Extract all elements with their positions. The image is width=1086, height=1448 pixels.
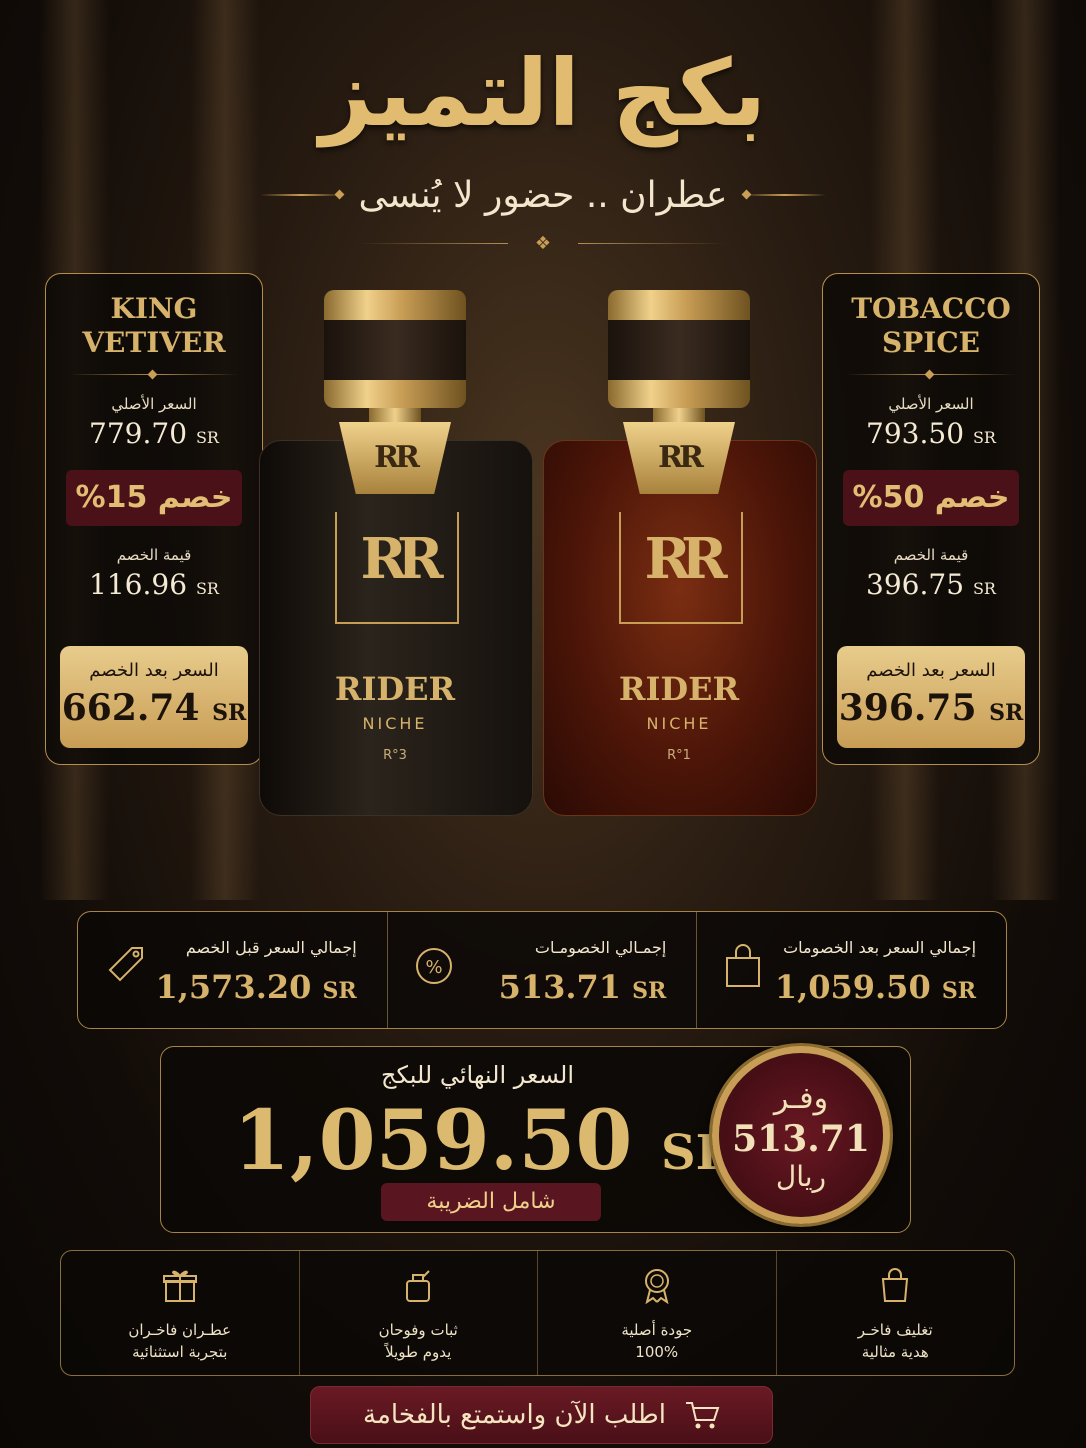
bottle-brand: RIDER bbox=[334, 670, 456, 708]
page-title: بكج التميز bbox=[319, 40, 767, 147]
subtitle-row: عطران .. حضور لا يُنسى bbox=[260, 170, 826, 220]
decorative-line bbox=[260, 194, 343, 196]
savings-medal: وفـر 513.71 ريال bbox=[712, 1046, 890, 1224]
decorative-line bbox=[743, 194, 826, 196]
feature-packaging: تغليف فاخـر هدية مثالية bbox=[775, 1251, 1015, 1375]
final-price: 396.75 SR bbox=[838, 687, 1024, 729]
monogram-emblem: RR bbox=[335, 512, 459, 624]
svg-text:%: % bbox=[425, 957, 442, 978]
bottle-shoulder: RR bbox=[339, 422, 451, 494]
features-bar: عطـران فاخـران بتجربة استثنائية ثبات وفوح… bbox=[60, 1250, 1015, 1376]
bottle-cap bbox=[324, 290, 466, 408]
order-now-button[interactable]: اطلب الآن واستمتع بالفخامة bbox=[310, 1386, 773, 1444]
subtitle: عطران .. حضور لا يُنسى bbox=[358, 174, 728, 216]
bottle-brand: RIDER bbox=[618, 670, 740, 708]
final-price-label: السعر النهائي للبكج bbox=[381, 1061, 574, 1089]
discount-amount: 396.75 SR bbox=[866, 568, 996, 601]
discount-amount-label: قيمة الخصم bbox=[893, 546, 969, 564]
ornament-divider: ❖ bbox=[360, 232, 726, 254]
price-tag-icon bbox=[108, 947, 143, 982]
bottle-number: R°3 bbox=[383, 748, 407, 763]
shopping-bag-icon bbox=[726, 944, 761, 987]
cart-icon bbox=[685, 1402, 720, 1429]
bottle-line: NICHE bbox=[646, 714, 712, 733]
bottle-cap bbox=[608, 290, 750, 408]
original-price-label: السعر الأصلي bbox=[111, 395, 197, 413]
perfume-bottle-icon bbox=[406, 1270, 431, 1302]
final-price-label: السعر بعد الخصم bbox=[866, 660, 996, 681]
final-price-box: السعر بعد الخصم 396.75 SR bbox=[837, 646, 1025, 748]
final-price: 662.74 SR bbox=[61, 687, 247, 729]
quality-badge-icon bbox=[644, 1269, 669, 1305]
final-price-box: السعر بعد الخصم 662.74 SR bbox=[60, 646, 248, 748]
bottle-number: R°1 bbox=[667, 748, 691, 763]
ornament-icon: ❖ bbox=[534, 232, 552, 254]
summary-before-discount: إجمالي السعر قبل الخصم 1,573.20 SR bbox=[78, 912, 387, 1028]
order-now-label: اطلب الآن واستمتع بالفخامة bbox=[363, 1400, 666, 1430]
monogram-emblem: RR bbox=[619, 512, 743, 624]
card-divider bbox=[69, 374, 239, 375]
tax-included-badge: شامل الضريبة bbox=[381, 1183, 601, 1221]
card-divider bbox=[846, 374, 1016, 375]
feature-quality: جودة أصلية 100% bbox=[537, 1251, 776, 1375]
final-price-label: السعر بعد الخصم bbox=[89, 660, 219, 681]
discount-badge: خصم 15% bbox=[66, 470, 242, 526]
feature-two-perfumes: عطـران فاخـران بتجربة استثنائية bbox=[61, 1251, 299, 1375]
bottle-shoulder: RR bbox=[623, 422, 735, 494]
feature-longevity: ثبات وفوحان يدوم طويلاً bbox=[298, 1251, 538, 1375]
product-card-king-vetiver: KING VETIVER السعر الأصلي 779.70 SR خصم … bbox=[45, 273, 263, 765]
bottle-line: NICHE bbox=[362, 714, 428, 733]
original-price-label: السعر الأصلي bbox=[888, 395, 974, 413]
product-card-tobacco-spice: TOBACCO SPICE السعر الأصلي 793.50 SR خصم… bbox=[822, 273, 1040, 765]
discount-amount: 116.96 SR bbox=[89, 568, 219, 601]
product-name: TOBACCO SPICE bbox=[851, 292, 1011, 359]
discount-amount-label: قيمة الخصم bbox=[116, 546, 192, 564]
discount-badge: خصم 50% bbox=[843, 470, 1019, 526]
summary-after-discount: إجمالي السعر بعد الخصومات 1,059.50 SR bbox=[696, 912, 1006, 1028]
product-name: KING VETIVER bbox=[82, 292, 226, 359]
original-price: 779.70 SR bbox=[89, 417, 219, 450]
shopping-bag-icon bbox=[882, 1268, 909, 1302]
final-price-value: 1,059.50 SR bbox=[233, 1093, 736, 1189]
summary-discounts: % إجمـالي الخصومـات 513.71 SR bbox=[386, 912, 697, 1028]
percent-badge-icon: % bbox=[415, 948, 452, 984]
original-price: 793.50 SR bbox=[866, 417, 996, 450]
gift-icon bbox=[162, 1270, 197, 1302]
price-summary: إجمالي السعر قبل الخصم 1,573.20 SR % إجم… bbox=[77, 911, 1007, 1029]
